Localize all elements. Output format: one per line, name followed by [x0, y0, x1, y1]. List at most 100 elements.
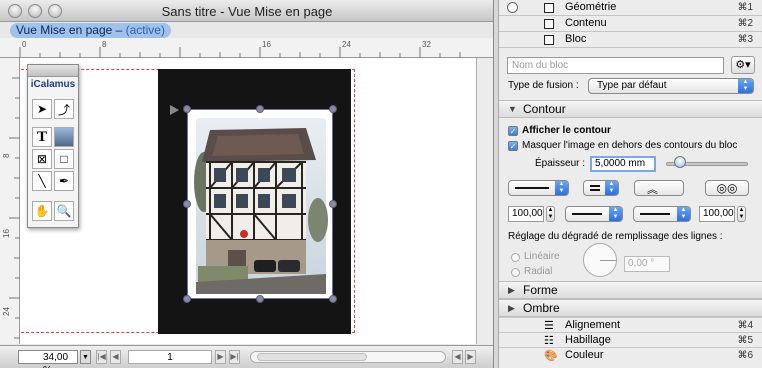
horizontal-scrollbar[interactable]: [250, 351, 446, 363]
linear-label: Linéaire: [524, 251, 560, 262]
align-inside-icon[interactable]: ◎: [717, 181, 727, 195]
end-percent-stepper[interactable]: ▲ ▼: [737, 206, 746, 222]
shortcut: ⌘4: [737, 320, 753, 331]
line-weight-select[interactable]: ▲ ▼: [583, 180, 619, 196]
nav-label: Bloc: [565, 33, 587, 45]
handle-bottom-mid[interactable]: [256, 295, 264, 303]
angle-field[interactable]: 0,00 °: [624, 256, 670, 272]
next-page-button[interactable]: ▶: [215, 350, 226, 364]
tool-palette[interactable]: iCalamus ➤ ⤴ T ⊠ □ ╲ ✒ ✋ 🔍: [27, 64, 79, 228]
zoom-menu-button[interactable]: ▼: [80, 350, 91, 364]
page-number-field[interactable]: 1: [128, 350, 212, 364]
end-cap-select[interactable]: ▲ ▼: [633, 206, 691, 222]
first-page-button[interactable]: |◀: [96, 350, 107, 364]
nav-content[interactable]: Contenu ⌘2: [499, 16, 762, 32]
nav-color[interactable]: 🎨 Couleur ⌘6: [499, 347, 762, 362]
chevron-updown-icon: ▲ ▼: [609, 207, 622, 221]
nav-block[interactable]: Bloc ⌘3: [499, 32, 762, 48]
title-bar[interactable]: Sans titre - Vue Mise en page: [0, 0, 493, 22]
pen-tool-icon[interactable]: ✒: [54, 171, 74, 191]
horizontal-ruler[interactable]: 0 8 16 24 32: [0, 38, 493, 58]
window-title: Sans titre - Vue Mise en page: [161, 4, 333, 19]
zoom-tool-icon[interactable]: 🔍: [54, 201, 74, 221]
shortcut: ⌘6: [737, 350, 753, 361]
nav-wrap[interactable]: ☷ Habillage ⌘5: [499, 332, 762, 347]
zoom-field[interactable]: 34,00 %: [18, 350, 78, 368]
section-title: Forme: [523, 283, 558, 297]
align-stroke-buttons[interactable]: ◎◎: [705, 180, 749, 196]
alignment-icon: ☰: [544, 320, 554, 332]
start-percent-stepper[interactable]: ▲ ▼: [546, 206, 555, 222]
view-label: Vue Mise en page – (active): [10, 23, 171, 38]
wrap-icon: ☷: [544, 335, 554, 347]
handle-top-left[interactable]: [183, 105, 191, 113]
line-tool-icon[interactable]: ╲: [32, 171, 52, 191]
section-forme[interactable]: ▶ Forme: [499, 281, 762, 299]
layout-canvas[interactable]: [20, 58, 488, 344]
handle-top-right[interactable]: [329, 105, 337, 113]
thickness-field[interactable]: 5,0000 mm: [590, 156, 656, 172]
section-ombre[interactable]: ▶ Ombre: [499, 299, 762, 317]
prev-page-button[interactable]: ◀: [110, 350, 121, 364]
text-tool-icon[interactable]: T: [32, 127, 52, 147]
rotate-arrow-icon[interactable]: ⤴: [54, 99, 74, 119]
line-join-select[interactable]: ︽: [634, 180, 684, 196]
end-percent-field[interactable]: 100,00: [699, 206, 735, 222]
last-page-button[interactable]: ▶|: [229, 350, 240, 364]
vertical-ruler[interactable]: 8 16 24: [0, 58, 20, 344]
fusion-value: Type par défaut: [597, 80, 667, 91]
nav-label: Contenu: [565, 17, 607, 29]
content-icon: [544, 19, 554, 29]
show-contour-label: Afficher le contour: [522, 125, 611, 136]
image-tool-icon[interactable]: [54, 127, 74, 147]
slider-knob[interactable]: [674, 156, 686, 168]
solid-line-icon: [515, 187, 549, 189]
nav-geometry[interactable]: Géométrie ⌘1: [499, 0, 762, 16]
line-style-select[interactable]: ▲ ▼: [508, 180, 569, 196]
palette-name: iCalamus: [30, 79, 76, 90]
scroll-thumb[interactable]: [257, 353, 367, 361]
gear-icon[interactable]: ⚙▾: [731, 56, 755, 74]
vertical-scrollbar[interactable]: [476, 58, 493, 344]
shortcut: ⌘3: [737, 34, 753, 45]
handle-bottom-right[interactable]: [329, 295, 337, 303]
line-start-icon: [572, 213, 602, 215]
palette-titlebar[interactable]: [28, 65, 78, 77]
selection-arrow-icon[interactable]: ➤: [32, 99, 52, 119]
nav-label: Alignement: [565, 319, 621, 331]
handle-mid-right[interactable]: [329, 200, 337, 208]
ruler-v-16: 16: [2, 229, 11, 238]
start-percent-field[interactable]: 100,00: [508, 206, 544, 222]
nav-label: Géométrie: [565, 1, 617, 13]
chevron-updown-icon: ▲ ▼: [605, 181, 618, 195]
linear-radio[interactable]: [511, 253, 520, 262]
block-name-field[interactable]: Nom du bloc: [507, 57, 724, 74]
dock-circle-icon[interactable]: [507, 2, 518, 13]
handle-top-mid[interactable]: [256, 105, 264, 113]
start-cap-select[interactable]: ▲ ▼: [565, 206, 623, 222]
frame-x-icon[interactable]: ⊠: [32, 149, 52, 169]
ruler-h-32: 32: [422, 40, 431, 49]
align-outside-icon[interactable]: ◎: [727, 181, 737, 195]
radial-radio[interactable]: [511, 268, 520, 277]
handle-bottom-left[interactable]: [183, 295, 191, 303]
mask-image-label: Masquer l'image en dehors des contours d…: [522, 140, 738, 151]
mask-image-checkbox[interactable]: ✓: [508, 141, 518, 151]
scroll-left-button[interactable]: ◀: [452, 350, 463, 364]
nav-label: Couleur: [565, 349, 604, 361]
fusion-select[interactable]: Type par défaut ▲ ▼: [588, 78, 754, 94]
hand-tool-icon[interactable]: ✋: [32, 201, 52, 221]
house-photo: [194, 118, 328, 294]
nav-alignment[interactable]: ☰ Alignement ⌘4: [499, 317, 762, 332]
angle-dial[interactable]: [583, 243, 617, 277]
disclosure-closed-icon: ▶: [508, 303, 515, 313]
section-contour[interactable]: ▼ Contour: [499, 100, 762, 118]
scroll-right-button[interactable]: ▶: [465, 350, 476, 364]
rectangle-icon[interactable]: □: [54, 149, 74, 169]
handle-mid-left[interactable]: [183, 200, 191, 208]
document-window: Sans titre - Vue Mise en page Vue Mise e…: [0, 0, 494, 368]
gradient-label: Réglage du dégradé de remplissage des li…: [508, 231, 723, 242]
show-contour-checkbox[interactable]: ✓: [508, 126, 518, 136]
image-block[interactable]: [187, 109, 333, 299]
ruler-h-24: 24: [342, 40, 351, 49]
